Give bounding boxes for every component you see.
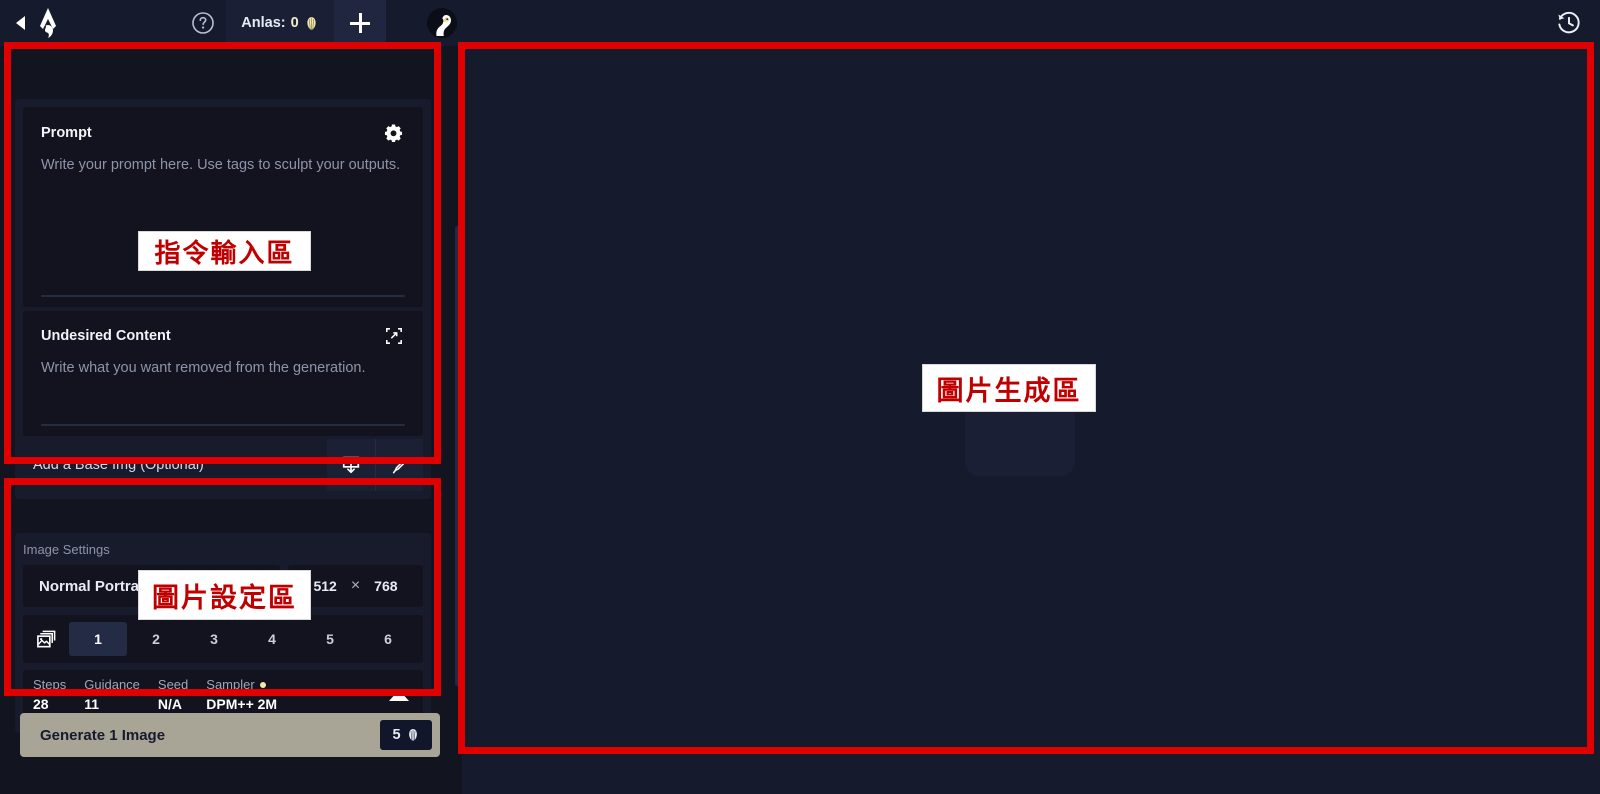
prompt-header: Prompt (23, 107, 423, 142)
paintbrush-glyph (392, 457, 408, 474)
quantity-option-5[interactable]: 5 (301, 622, 359, 656)
base-image-label: Add a Base Img (Optional) (33, 457, 204, 473)
generate-button-label: Generate 1 Image (40, 726, 166, 744)
quantity-option-6[interactable]: 6 (359, 622, 417, 656)
sidebar-scrollbar[interactable] (455, 226, 460, 686)
image-settings-title: Image Settings (23, 542, 110, 557)
novelai-logo-icon[interactable] (35, 8, 61, 38)
param-steps-value: 28 (33, 696, 49, 712)
help-circle-icon[interactable] (180, 0, 226, 46)
upload-image-glyph (342, 456, 360, 474)
generate-cost-value: 5 (392, 727, 401, 743)
prompt-section: Prompt Write your prompt here. Use tags … (23, 107, 423, 307)
quantity-option-1[interactable]: 1 (69, 622, 127, 656)
add-anlas-button[interactable] (334, 0, 386, 46)
undesired-content-input[interactable]: Write what you want removed from the gen… (23, 345, 423, 380)
app-root: Anlas: 0 Prompt Write your prompt here. … (0, 0, 1600, 794)
undesired-header: Undesired Content (23, 311, 423, 345)
param-sampler-value: DPM++ 2M (206, 696, 278, 712)
upload-image-icon[interactable] (327, 439, 375, 491)
gear-icon[interactable] (384, 123, 403, 142)
sampler-modified-dot-icon (259, 681, 266, 688)
paintbrush-icon[interactable] (375, 439, 423, 491)
width-value: 512 (313, 578, 337, 594)
param-seed[interactable]: Seed N/A (158, 677, 188, 712)
prompt-input[interactable]: Write your prompt here. Use tags to scul… (23, 142, 423, 177)
anlas-label: Anlas: (241, 15, 286, 31)
image-generation-canvas[interactable] (462, 46, 1600, 794)
param-steps-label: Steps (33, 677, 67, 692)
undesired-underline (41, 424, 405, 426)
image-quantity-row: 1 2 3 4 5 6 (23, 615, 423, 663)
help-circle-glyph (192, 12, 214, 34)
param-sampler-label: Sampler (206, 677, 277, 692)
undesired-title: Undesired Content (41, 328, 171, 344)
left-sidebar: Prompt Write your prompt here. Use tags … (0, 46, 462, 794)
annotation-label-settings-area: 圖片設定區 (138, 570, 311, 620)
anlas-value: 0 (290, 15, 299, 31)
resolution-preset-value: Normal Portrait (39, 577, 149, 595)
prompt-title: Prompt (41, 124, 92, 141)
top-bar-center-group: Anlas: 0 (180, 0, 386, 46)
plus-icon (350, 13, 370, 33)
param-steps[interactable]: Steps 28 (33, 677, 66, 712)
top-bar-left-group (0, 0, 160, 46)
expand-box-icon[interactable] (385, 327, 403, 345)
top-bar: Anlas: 0 (0, 0, 1600, 46)
history-clock-glyph (1558, 11, 1580, 34)
quantity-option-2[interactable]: 2 (127, 622, 185, 656)
avatar[interactable] (427, 8, 457, 38)
quantity-option-4[interactable]: 4 (243, 622, 301, 656)
generate-cost-badge: 5 (380, 720, 432, 750)
expand-box-glyph (386, 328, 402, 344)
stacked-images-icon (23, 615, 69, 663)
quantity-option-3[interactable]: 3 (185, 622, 243, 656)
caret-up-icon[interactable] (389, 690, 409, 701)
param-guidance[interactable]: Guidance 11 (84, 677, 140, 712)
param-seed-value: N/A (157, 696, 183, 712)
dimension-separator: × (350, 577, 361, 594)
param-guidance-value: 11 (84, 696, 100, 712)
param-seed-label: Seed (157, 677, 189, 692)
param-sampler[interactable]: Sampler DPM++ 2M (206, 677, 277, 712)
annotation-label-canvas-area: 圖片生成區 (922, 364, 1096, 412)
prompt-panel: Prompt Write your prompt here. Use tags … (15, 99, 431, 499)
param-guidance-label: Guidance (84, 677, 140, 692)
stacked-images-glyph (36, 630, 55, 647)
param-sampler-label-text: Sampler (206, 677, 255, 692)
gear-glyph (384, 124, 403, 142)
height-value: 768 (374, 578, 398, 594)
anlas-balance[interactable]: Anlas: 0 (226, 0, 334, 46)
goose-avatar-icon (427, 8, 457, 38)
base-image-row: Add a Base Img (Optional) (23, 439, 423, 491)
annotation-label-prompt-area: 指令輸入區 (138, 231, 311, 271)
image-settings-panel: Image Settings Normal Portrait 512 × 768 (15, 533, 431, 733)
undesired-content-section: Undesired Content Write what you want re… (23, 311, 423, 436)
prompt-underline (41, 295, 405, 297)
anlas-shell-icon (408, 729, 417, 741)
generate-button[interactable]: Generate 1 Image 5 (20, 713, 440, 757)
anlas-shell-icon (307, 16, 316, 30)
collapse-left-arrow-icon[interactable] (16, 16, 25, 30)
history-clock-icon[interactable] (1556, 10, 1582, 36)
